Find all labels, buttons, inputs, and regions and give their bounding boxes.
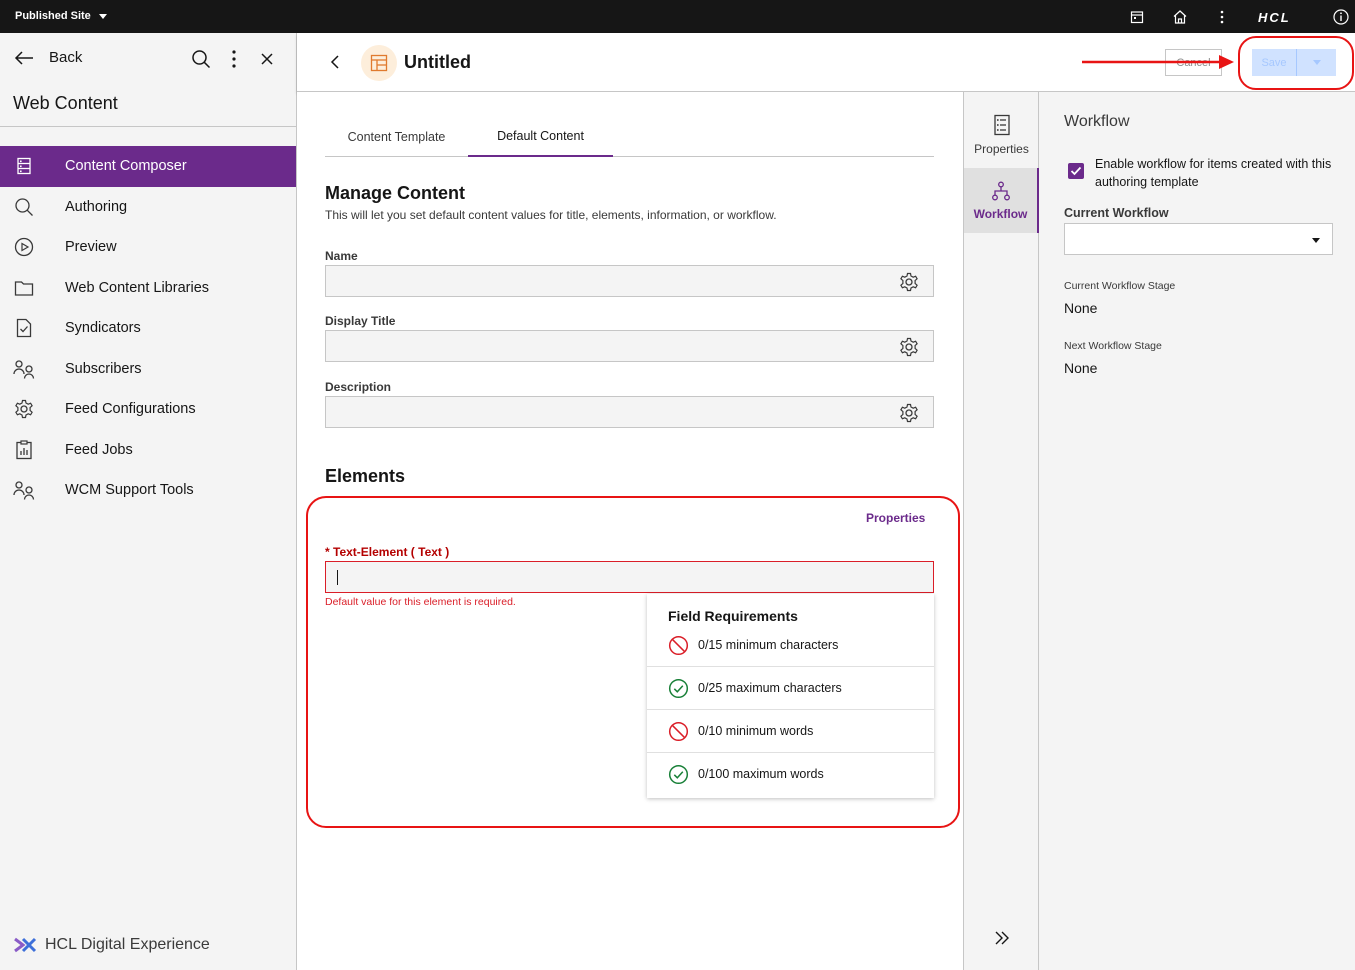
top-bar: Published Site HCL <box>0 0 1355 33</box>
sidebar-item-label: WCM Support Tools <box>65 482 194 499</box>
footer-brand-label: HCL Digital Experience <box>45 936 210 953</box>
sidebar-item-feed-jobs[interactable]: Feed Jobs <box>0 430 296 471</box>
sidebar-item-web-content-libraries[interactable]: Web Content Libraries <box>0 268 296 309</box>
home-icon[interactable] <box>1171 8 1189 26</box>
sidebar-item-label: Feed Configurations <box>65 401 196 418</box>
sidebar-item-content-composer[interactable]: Content Composer <box>0 146 296 187</box>
name-field[interactable] <box>325 265 934 297</box>
sidebar-item-label: Feed Jobs <box>65 441 133 458</box>
hcl-digital-experience-logo: HCL Digital Experience <box>13 936 210 954</box>
template-icon <box>361 45 397 81</box>
manage-content-title: Manage Content <box>325 183 466 203</box>
close-icon[interactable] <box>256 48 277 69</box>
rail-item-label: Properties <box>974 141 1029 156</box>
workflow-panel: Workflow Enable workflow for items creat… <box>1039 92 1355 970</box>
display-title-label: Display Title <box>325 314 396 328</box>
calendar-icon[interactable] <box>1128 8 1146 26</box>
content-tabs: Content Template Default Content <box>325 116 934 157</box>
users-icon <box>13 479 35 501</box>
hcl-dx-logo-icon <box>14 937 37 953</box>
next-stage-value: None <box>1064 360 1098 376</box>
save-annotation-highlight <box>1238 36 1354 90</box>
sidebar-item-label: Syndicators <box>65 320 141 337</box>
back-button[interactable]: Back <box>13 49 82 66</box>
elements-annotation-highlight <box>306 496 960 828</box>
search-icon <box>13 196 35 218</box>
main-content: Content Template Default Content Manage … <box>297 92 963 970</box>
workflow-panel-title: Workflow <box>1064 113 1130 130</box>
page-title: Untitled <box>404 52 471 72</box>
next-stage-label: Next Workflow Stage <box>1064 340 1162 352</box>
users-icon <box>13 358 35 380</box>
current-stage-label: Current Workflow Stage <box>1064 280 1176 292</box>
name-label: Name <box>325 249 358 263</box>
document-check-icon <box>13 317 35 339</box>
rail-item-properties[interactable]: Properties <box>964 102 1039 167</box>
list-icon <box>13 155 35 177</box>
sidebar-title: Web Content <box>13 93 118 113</box>
checkmark-icon <box>1070 166 1082 176</box>
sidebar-header: Back Web Content <box>0 33 296 127</box>
sidebar: Back Web Content Content Composer Author… <box>0 33 297 970</box>
description-field[interactable] <box>325 396 934 428</box>
description-label: Description <box>325 380 392 394</box>
site-selector-label: Published Site <box>15 10 91 22</box>
play-icon <box>13 236 35 258</box>
sidebar-item-label: Authoring <box>65 198 128 215</box>
hcl-logo: HCL <box>1258 10 1291 25</box>
search-icon[interactable] <box>190 48 211 69</box>
sidebar-nav: Content Composer Authoring Preview Web C… <box>0 146 296 511</box>
gear-icon[interactable] <box>899 403 919 423</box>
list-icon <box>993 114 1010 135</box>
caret-down-icon <box>98 13 107 19</box>
back-label: Back <box>49 49 83 66</box>
gear-icon <box>13 398 35 420</box>
display-title-field[interactable] <box>325 330 934 362</box>
current-workflow-label: Current Workflow <box>1064 206 1169 220</box>
rail-item-label: Workflow <box>973 206 1028 221</box>
folder-icon <box>13 277 35 299</box>
annotation-arrow-icon <box>1082 55 1234 69</box>
elements-title: Elements <box>325 466 406 486</box>
chevron-left-icon[interactable] <box>327 52 345 72</box>
sidebar-item-label: Preview <box>65 239 117 256</box>
site-selector[interactable]: Published Site <box>15 10 107 22</box>
enable-workflow-label: Enable workflow for items created with t… <box>1095 157 1332 189</box>
tab-content-template[interactable]: Content Template <box>325 116 468 157</box>
sidebar-item-feed-configurations[interactable]: Feed Configurations <box>0 389 296 430</box>
gear-icon[interactable] <box>899 272 919 292</box>
overflow-menu-icon[interactable] <box>1213 8 1231 26</box>
info-icon[interactable] <box>1332 8 1350 26</box>
properties-rail: Properties Workflow <box>963 92 1039 970</box>
tab-default-content[interactable]: Default Content <box>468 116 613 157</box>
sidebar-item-authoring[interactable]: Authoring <box>0 187 296 228</box>
current-workflow-select[interactable] <box>1064 223 1333 255</box>
sidebar-item-label: Content Composer <box>65 158 187 175</box>
overflow-menu-icon[interactable] <box>223 48 244 69</box>
sidebar-item-syndicators[interactable]: Syndicators <box>0 308 296 349</box>
gear-icon[interactable] <box>899 337 919 357</box>
sidebar-item-label: Web Content Libraries <box>65 279 210 296</box>
workflow-icon <box>991 181 1010 200</box>
arrow-left-icon <box>14 50 33 65</box>
manage-content-description: This will let you set default content va… <box>325 208 777 222</box>
double-chevron-right-icon[interactable] <box>992 928 1012 948</box>
enable-workflow-checkbox[interactable] <box>1068 163 1084 179</box>
clipboard-icon <box>13 439 35 461</box>
current-stage-value: None <box>1064 300 1098 316</box>
rail-item-workflow[interactable]: Workflow <box>964 168 1039 233</box>
sidebar-item-label: Subscribers <box>65 360 142 377</box>
caret-down-icon <box>1312 238 1320 243</box>
sidebar-item-subscribers[interactable]: Subscribers <box>0 349 296 390</box>
sidebar-item-preview[interactable]: Preview <box>0 227 296 268</box>
sidebar-toolbar <box>190 48 277 69</box>
sidebar-item-wcm-support-tools[interactable]: WCM Support Tools <box>0 470 296 511</box>
